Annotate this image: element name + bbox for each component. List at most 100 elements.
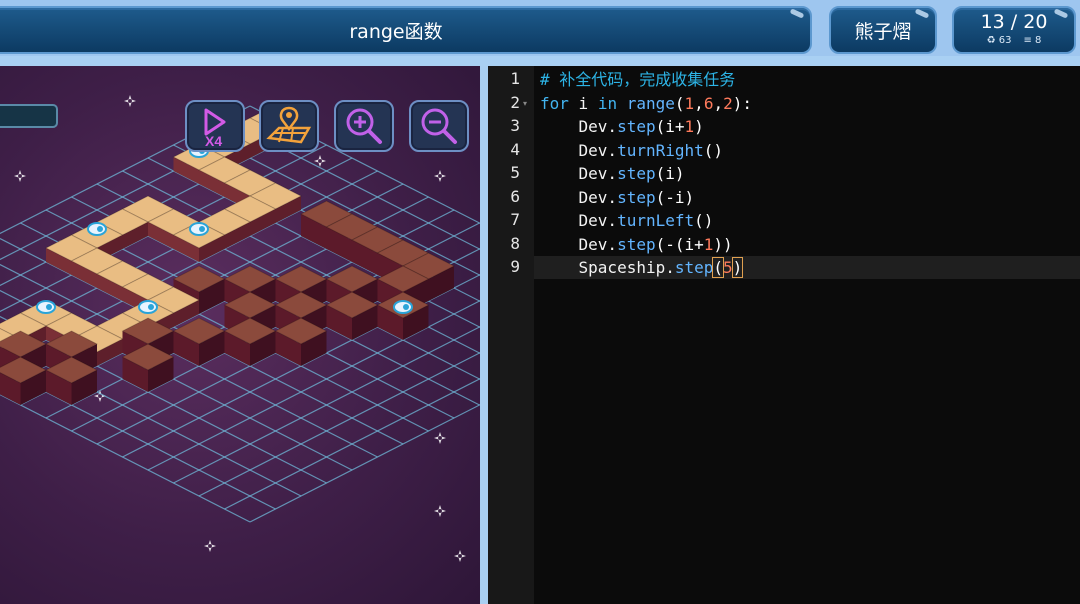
- code-line[interactable]: Dev.turnRight(): [540, 139, 724, 162]
- star: [434, 505, 446, 517]
- code-line[interactable]: Dev.step(i+1): [540, 115, 704, 138]
- user-name: 熊子熠: [854, 20, 912, 43]
- code-token: (: [674, 93, 685, 113]
- line-number: 9: [510, 257, 520, 276]
- map-location-button[interactable]: [259, 100, 319, 152]
- code-token: 6: [703, 93, 714, 113]
- star: [434, 432, 446, 444]
- code-token: step: [617, 234, 656, 254]
- title-bar-shine: [789, 8, 805, 19]
- energy-capsule-core: [46, 304, 52, 310]
- code-token: Dev.: [540, 234, 618, 254]
- code-token: in: [597, 93, 618, 113]
- code-token: range: [626, 93, 675, 113]
- code-editor[interactable]: 1 2 ▾ 3 4 5 6 7 8 9 # 补全代码，完成收集任务 for i in range(1…: [488, 66, 1080, 604]
- code-line[interactable]: Spaceship.step(5): [534, 256, 1080, 279]
- zoom-out-icon: [421, 108, 457, 144]
- fold-arrow-icon[interactable]: ▾: [523, 99, 527, 108]
- svg-text:X4: X4: [205, 133, 222, 149]
- score-value: 63: [998, 35, 1012, 46]
- code-token: step: [674, 258, 714, 277]
- code-token: 1: [684, 117, 695, 136]
- code-line[interactable]: for i in range(1,6,2):: [540, 92, 752, 115]
- code-token: Dev.: [540, 211, 618, 230]
- split-divider[interactable]: [480, 66, 488, 604]
- level-progress[interactable]: 13 / 20 ♻ 63 ≡ 8: [952, 6, 1076, 54]
- line-number: 5: [510, 163, 520, 182]
- menu-lines-icon: ≡: [1023, 35, 1032, 46]
- energy-capsule-core: [199, 226, 205, 232]
- code-token: (-i): [655, 187, 695, 207]
- play-x4-icon: X4: [204, 108, 226, 149]
- lines-stat: ≡ 8: [1023, 35, 1041, 46]
- line-number: 8: [510, 233, 520, 253]
- code-token: (): [694, 211, 714, 230]
- code-token: Spaceship.: [540, 258, 675, 277]
- energy-capsule-core: [403, 304, 409, 310]
- code-token: )): [713, 234, 733, 254]
- code-line[interactable]: Dev.step(-i): [540, 186, 695, 209]
- code-token: ,: [694, 93, 704, 113]
- code-token: ): [731, 257, 744, 278]
- line-number: 7: [510, 210, 520, 229]
- code-token: (: [712, 257, 724, 278]
- code-token: (): [703, 140, 724, 160]
- star: [14, 170, 26, 182]
- game-viewport[interactable]: X4: [0, 66, 480, 604]
- code-token: 2: [723, 93, 733, 113]
- code-token: step: [617, 164, 656, 183]
- code-token: Dev.: [540, 140, 618, 160]
- star: [454, 550, 466, 562]
- code-token: Dev.: [540, 187, 618, 207]
- code-line[interactable]: # 补全代码，完成收集任务: [540, 68, 735, 91]
- line-number: 3: [510, 116, 520, 135]
- line-number: 1: [510, 69, 520, 88]
- line-number: 2: [510, 92, 520, 112]
- energy-capsule-core: [97, 226, 103, 232]
- code-token: +: [674, 117, 685, 136]
- code-line[interactable]: Dev.step(i): [540, 162, 685, 185]
- code-token: 5: [723, 258, 733, 277]
- code-token: 1: [703, 234, 714, 254]
- code-token: Dev.: [540, 117, 618, 136]
- star: [204, 540, 216, 552]
- code-token: step: [617, 117, 656, 136]
- code-token: (-(i+: [655, 234, 704, 254]
- speed-x4-button[interactable]: X4: [185, 100, 245, 152]
- code-token: for: [540, 93, 569, 113]
- zoom-in-icon: [346, 108, 382, 144]
- score-stat: ♻ 63: [987, 35, 1012, 46]
- header-underline: [0, 56, 1080, 66]
- star: [434, 170, 446, 182]
- line-number: 4: [510, 139, 520, 159]
- speed-field[interactable]: [0, 104, 58, 128]
- code-token: step: [617, 187, 656, 207]
- code-token: (i: [655, 117, 675, 136]
- lines-value: 8: [1035, 35, 1042, 46]
- code-token: # 补全代码，完成收集任务: [540, 70, 736, 89]
- energy-capsule-core: [148, 304, 154, 310]
- code-token: ): [694, 117, 704, 136]
- code-token: i: [568, 93, 598, 113]
- level-title: range函数: [349, 20, 443, 43]
- code-token: 1: [684, 93, 695, 113]
- level-title-bar: range函数: [0, 6, 812, 54]
- star: [124, 95, 136, 107]
- code-token: (i): [655, 164, 685, 183]
- code-line[interactable]: Dev.step(-(i+1)): [540, 233, 733, 256]
- map-pin-icon: [266, 106, 312, 144]
- zoom-out-button[interactable]: [409, 100, 469, 152]
- code-token: turnLeft: [617, 211, 695, 230]
- user-button-shine: [914, 8, 930, 19]
- user-button[interactable]: 熊子熠: [829, 6, 937, 54]
- code-line[interactable]: Dev.turnLeft(): [540, 209, 714, 232]
- code-token: ):: [732, 93, 752, 113]
- trophy-icon: ♻: [986, 35, 996, 46]
- line-number: 6: [510, 186, 520, 206]
- line-number-gutter: 1 2 ▾ 3 4 5 6 7 8 9: [488, 66, 534, 604]
- code-token: Dev.: [540, 164, 618, 183]
- code-token: turnRight: [617, 140, 704, 160]
- zoom-in-button[interactable]: [334, 100, 394, 152]
- code-token: ,: [713, 93, 724, 113]
